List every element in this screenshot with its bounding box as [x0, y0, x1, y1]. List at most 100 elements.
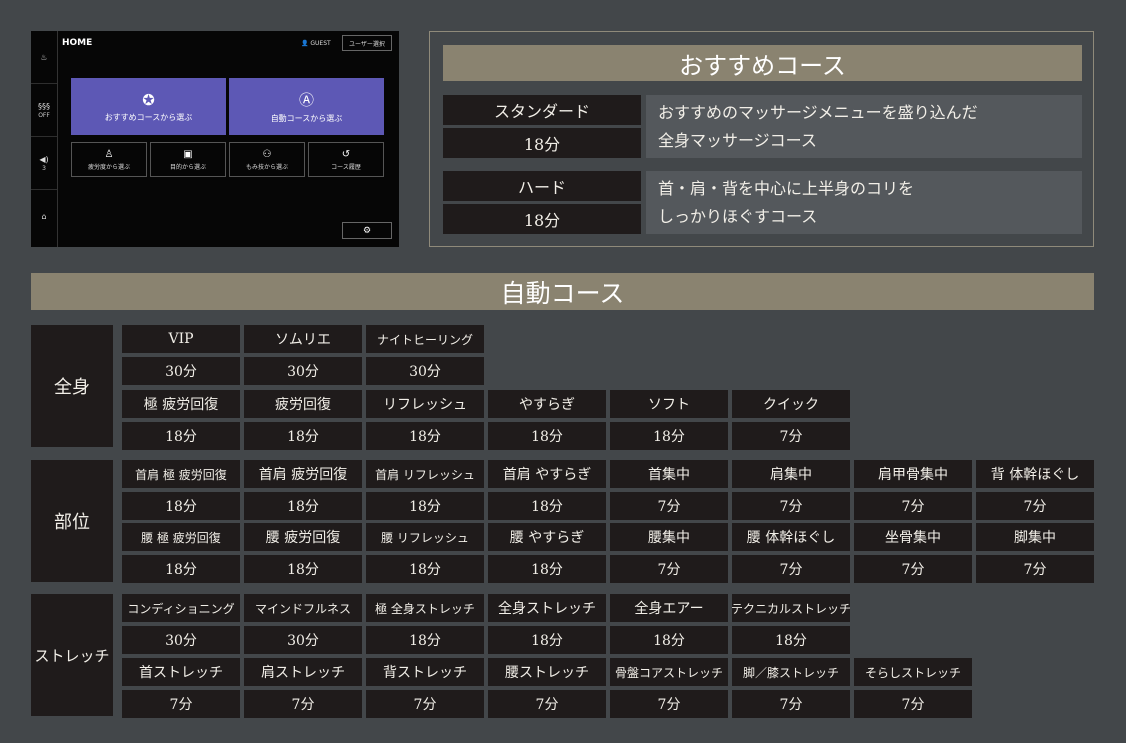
course-time-cell: 7分	[976, 555, 1094, 583]
course-time-cell: 7分	[366, 690, 484, 718]
massage-chair-icon[interactable]: ♨	[31, 31, 57, 84]
course-description: おすすめのマッサージメニューを盛り込んだ 全身マッサージコース	[646, 95, 1082, 158]
heat-toggle[interactable]: §§§ OFF	[31, 84, 57, 137]
course-time-cell: 18分	[732, 626, 850, 654]
massage-icon: ⚇	[262, 148, 272, 160]
course-time-cell: 18分	[244, 555, 362, 583]
button-label: 目的から選ぶ	[169, 163, 206, 171]
course-time-cell: 7分	[732, 422, 850, 450]
fatigue-select-button[interactable]: ♙ 疲労度から選ぶ	[71, 142, 147, 177]
course-name-cell[interactable]: マインドフルネス	[244, 594, 362, 622]
course-name-cell[interactable]: 脚集中	[976, 523, 1094, 551]
course-name-cell[interactable]: 全身エアー	[610, 594, 728, 622]
history-icon: ↺	[341, 148, 351, 160]
course-time-cell: 18分	[610, 422, 728, 450]
course-name-cell[interactable]: 首肩 疲労回復	[244, 460, 362, 488]
course-name-cell[interactable]: 腰 体幹ほぐし	[732, 523, 850, 551]
body-icon: ♙	[104, 148, 114, 160]
course-name-cell[interactable]: そらしストレッチ	[854, 658, 972, 686]
course-name-cell[interactable]: 極 全身ストレッチ	[366, 594, 484, 622]
course-name-cell[interactable]: 腰 リフレッシュ	[366, 523, 484, 551]
course-time-cell: 18分	[122, 555, 240, 583]
volume-icon: ◀)	[39, 154, 49, 164]
course-name-cell[interactable]: 坐骨集中	[854, 523, 972, 551]
guest-label: 👤 GUEST	[301, 40, 331, 47]
course-time-cell: 18分	[366, 555, 484, 583]
course-name-cell[interactable]: 疲労回復	[244, 390, 362, 418]
course-name-cell[interactable]: 肩集中	[732, 460, 850, 488]
course-name-cell[interactable]: 首集中	[610, 460, 728, 488]
award-icon: ✪	[142, 90, 155, 109]
course-name-cell[interactable]: 脚／膝ストレッチ	[732, 658, 850, 686]
course-name-cell[interactable]: ソムリエ	[244, 325, 362, 353]
course-name-cell[interactable]: コンディショニング	[122, 594, 240, 622]
course-time-cell: 7分	[976, 492, 1094, 520]
settings-button[interactable]: ⚙	[342, 222, 392, 239]
auto-course-button[interactable]: Ⓐ 自動コースから選ぶ	[229, 78, 384, 135]
course-time-cell: 7分	[854, 492, 972, 520]
home-icon[interactable]: ⌂	[31, 190, 57, 242]
device-sidebar: ♨ §§§ OFF ◀) 3 ⌂	[31, 31, 58, 247]
course-time-cell: 7分	[488, 690, 606, 718]
course-time-cell: 18分	[488, 422, 606, 450]
course-time-cell: 18分	[610, 626, 728, 654]
course-time-cell: 7分	[610, 690, 728, 718]
auto-icon: Ⓐ	[298, 91, 314, 109]
course-time-cell: 18分	[366, 422, 484, 450]
course-time-cell: 30分	[244, 357, 362, 385]
recommended-panel: おすすめコース スタンダード 18分 おすすめのマッサージメニューを盛り込んだ全…	[429, 31, 1094, 247]
course-name-cell[interactable]: 骨盤コアストレッチ	[610, 658, 728, 686]
category-label: 全身	[31, 325, 113, 447]
course-name-cell[interactable]: 腰集中	[610, 523, 728, 551]
volume-control[interactable]: ◀) 3	[31, 137, 57, 190]
course-time-cell: 18分	[488, 555, 606, 583]
course-name: スタンダード	[443, 95, 641, 125]
course-name-cell[interactable]: 背 体幹ほぐし	[976, 460, 1094, 488]
technique-select-button[interactable]: ⚇ もみ技から選ぶ	[229, 142, 305, 177]
screen-title: HOME	[62, 38, 93, 48]
course-name-cell[interactable]: やすらぎ	[488, 390, 606, 418]
course-name-cell[interactable]: 首肩 極 疲労回復	[122, 460, 240, 488]
user-select-button[interactable]: ユーザー選択	[342, 35, 392, 51]
course-history-button[interactable]: ↺ コース履歴	[308, 142, 384, 177]
auto-course-title: 自動コース	[31, 273, 1094, 310]
course-time-cell: 7分	[732, 555, 850, 583]
course-name-cell[interactable]: 首肩 やすらぎ	[488, 460, 606, 488]
course-time-cell: 7分	[732, 492, 850, 520]
course-name-cell[interactable]: ソフト	[610, 390, 728, 418]
course-time-cell: 30分	[244, 626, 362, 654]
course-name-cell[interactable]: 極 疲労回復	[122, 390, 240, 418]
course-name-cell[interactable]: 背ストレッチ	[366, 658, 484, 686]
course-time-cell: 30分	[122, 357, 240, 385]
course-name-cell[interactable]: 肩ストレッチ	[244, 658, 362, 686]
course-name-cell[interactable]: ナイトヒーリング	[366, 325, 484, 353]
course-name-cell[interactable]: 肩甲骨集中	[854, 460, 972, 488]
course-name-cell[interactable]: 腰 やすらぎ	[488, 523, 606, 551]
course-time-cell: 7分	[854, 555, 972, 583]
course-description: 首・肩・背を中心に上半身のコリを しっかりほぐすコース	[646, 171, 1082, 234]
course-time-cell: 18分	[122, 492, 240, 520]
course-name-cell[interactable]: 腰 疲労回復	[244, 523, 362, 551]
course-time-cell: 7分	[854, 690, 972, 718]
course-name-cell[interactable]: 腰 極 疲労回復	[122, 523, 240, 551]
course-name-cell[interactable]: 腰ストレッチ	[488, 658, 606, 686]
course-name-cell[interactable]: 全身ストレッチ	[488, 594, 606, 622]
course-time-cell: 7分	[610, 492, 728, 520]
recommended-course-button[interactable]: ✪ おすすめコースから選ぶ	[71, 78, 226, 135]
button-label: おすすめコースから選ぶ	[104, 112, 193, 122]
course-name-cell[interactable]: テクニカルストレッチ	[732, 594, 850, 622]
target-icon: ▣	[183, 148, 193, 160]
course-time-cell: 30分	[122, 626, 240, 654]
course-time: 18分	[443, 128, 641, 158]
course-name-cell[interactable]: 首肩 リフレッシュ	[366, 460, 484, 488]
course-name-cell[interactable]: VIP	[122, 325, 240, 353]
heat-icon: §§§	[38, 101, 50, 111]
purpose-select-button[interactable]: ▣ 目的から選ぶ	[150, 142, 226, 177]
course-name-cell[interactable]: 首ストレッチ	[122, 658, 240, 686]
course-name-cell[interactable]: リフレッシュ	[366, 390, 484, 418]
course-time-cell: 7分	[122, 690, 240, 718]
course-time-cell: 18分	[488, 492, 606, 520]
course-time-cell: 7分	[610, 555, 728, 583]
course-name-cell[interactable]: クイック	[732, 390, 850, 418]
course-time-cell: 18分	[366, 626, 484, 654]
